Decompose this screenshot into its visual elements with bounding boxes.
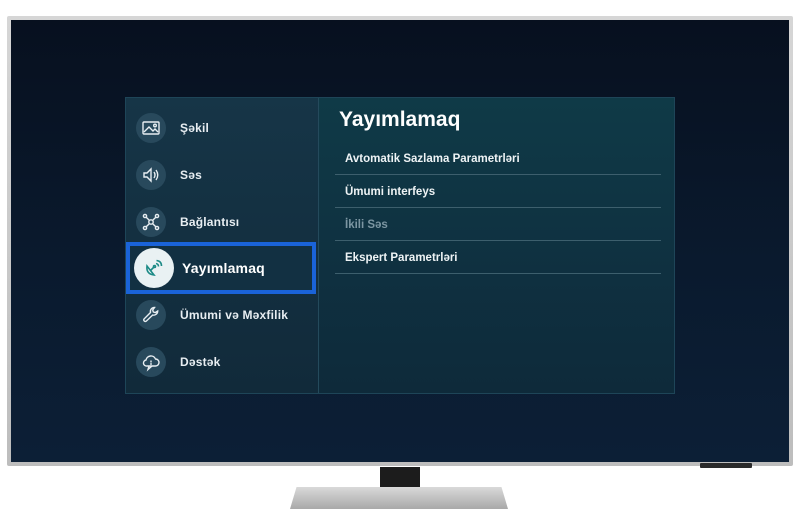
connection-icon <box>136 207 166 237</box>
speaker-icon <box>136 160 166 190</box>
menu-item-label: Yayımlamaq <box>182 260 265 276</box>
option-label: Avtomatik Sazlama Parametrləri <box>345 152 520 165</box>
page-title: Yayımlamaq <box>339 108 461 131</box>
settings-menu: Şəkil Səs Bağlantısı Yayımlamaq Ümumi və… <box>126 98 319 393</box>
menu-item-label: Bağlantısı <box>180 215 240 229</box>
tv-logo-strip <box>700 463 752 468</box>
tv-stand-base <box>290 487 508 509</box>
broadcast-icon <box>134 248 174 288</box>
option-label: Ümumi interfeys <box>345 185 436 198</box>
menu-item-support[interactable]: Dəstək <box>136 345 316 379</box>
picture-icon <box>136 113 166 143</box>
menu-item-picture[interactable]: Şəkil <box>136 111 316 145</box>
wrench-icon <box>136 300 166 330</box>
option-label: İkili Səs <box>345 218 388 231</box>
menu-item-label: Dəstək <box>180 355 221 369</box>
menu-item-sound[interactable]: Səs <box>136 158 316 192</box>
menu-item-general-privacy[interactable]: Ümumi və Məxfilik <box>136 298 316 332</box>
option-expert-settings[interactable]: Ekspert Parametrləri <box>335 242 661 274</box>
content-pane: Yayımlamaq Avtomatik Sazlama Parametrlər… <box>319 98 674 393</box>
menu-item-broadcast[interactable]: Yayımlamaq <box>126 242 316 294</box>
menu-item-label: Şəkil <box>180 121 210 135</box>
settings-panel: Şəkil Səs Bağlantısı Yayımlamaq Ümumi və… <box>125 97 675 394</box>
option-common-interface[interactable]: Ümumi interfeys <box>335 176 661 208</box>
option-auto-tuning-settings[interactable]: Avtomatik Sazlama Parametrləri <box>335 143 661 175</box>
option-label: Ekspert Parametrləri <box>345 251 458 264</box>
support-icon <box>136 347 166 377</box>
menu-item-label: Ümumi və Məxfilik <box>180 308 289 322</box>
menu-item-connection[interactable]: Bağlantısı <box>136 205 316 239</box>
option-dual-audio: İkili Səs <box>335 209 661 241</box>
menu-item-label: Səs <box>180 168 202 182</box>
